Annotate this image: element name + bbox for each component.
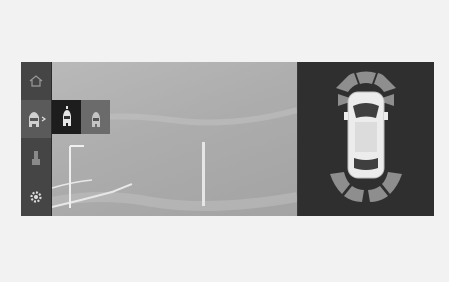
front-sensor-center (356, 71, 376, 84)
sidebar-item-settings[interactable] (21, 178, 51, 216)
rear-sensor-left (330, 172, 350, 194)
sidebar-item-car-side[interactable] (21, 139, 51, 177)
gear-icon (30, 191, 42, 203)
front-sensor-right (374, 73, 396, 92)
car-front-camera-icon (29, 112, 47, 127)
rear-sensor-center-right (368, 186, 388, 202)
parking-camera-screen (21, 62, 434, 216)
camera-scene (52, 107, 297, 211)
rear-sensor-center-left (344, 186, 364, 202)
parking-line (202, 142, 205, 206)
car-top-view-icon (91, 112, 100, 127)
car-top-graphic (344, 91, 388, 179)
sidebar-item-camera-view[interactable] (21, 100, 51, 138)
top-view-panel (298, 62, 434, 216)
camera-feed (52, 62, 297, 216)
view-option-top[interactable] (81, 100, 110, 134)
sidebar (21, 62, 52, 216)
front-sensor-left (336, 73, 358, 92)
car-front-view-icon (62, 106, 71, 126)
view-option-front[interactable] (52, 100, 81, 134)
sidebar-item-home[interactable] (21, 62, 51, 100)
view-select-popup (52, 100, 110, 134)
car-side-icon (32, 151, 40, 165)
home-icon (29, 75, 43, 87)
rear-sensor-right (382, 172, 402, 194)
